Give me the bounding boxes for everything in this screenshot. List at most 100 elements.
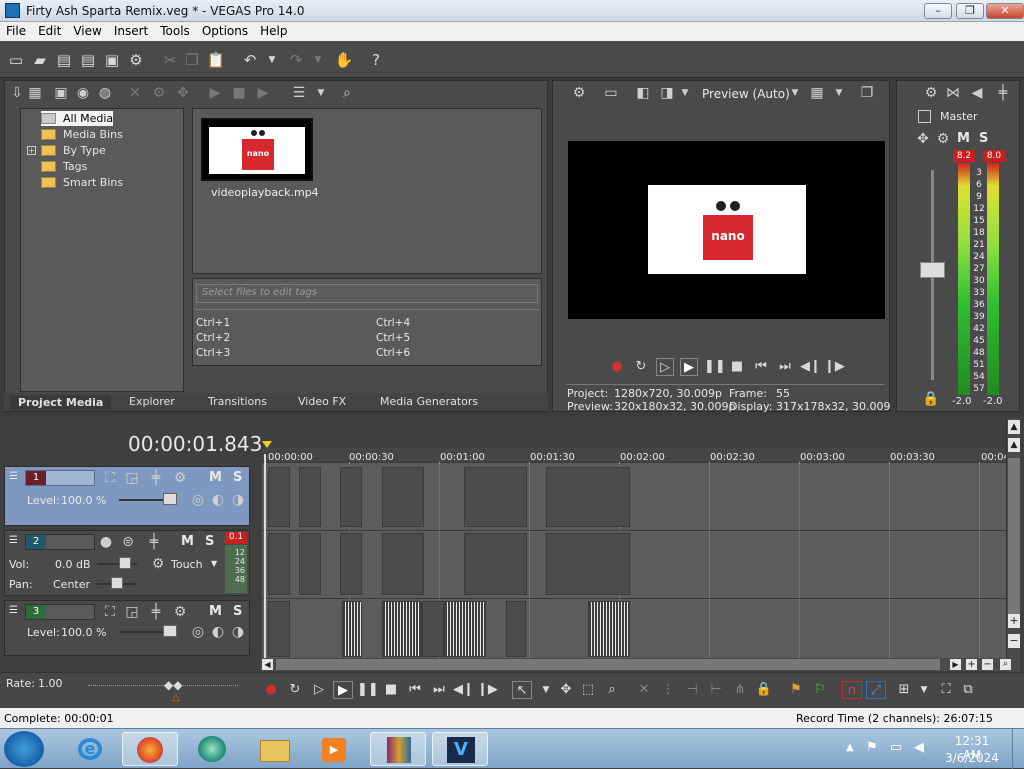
tab-video-fx[interactable]: Video FX — [298, 395, 346, 408]
track-motion-icon[interactable]: ⛶ — [101, 469, 119, 487]
track-name-field[interactable]: 3 — [25, 604, 95, 620]
audio-event[interactable] — [382, 533, 424, 595]
record-icon[interactable]: ● — [261, 681, 281, 699]
track-fx-bypass-icon[interactable]: ◎ — [189, 491, 207, 509]
tab-project-media[interactable]: Project Media — [10, 395, 112, 410]
paste-icon[interactable]: 📋 — [206, 50, 226, 70]
shortcut-4[interactable]: Ctrl+4 — [376, 317, 410, 329]
composite-parent-icon[interactable]: ╪ — [147, 469, 165, 487]
video-event[interactable] — [342, 601, 362, 657]
undo-icon[interactable]: ↶ — [240, 50, 260, 70]
insert-marker-icon[interactable]: ⚑ — [786, 681, 806, 699]
zoom-in-horizontal-icon[interactable]: + — [966, 659, 977, 670]
play-from-start-icon[interactable]: ▷ — [656, 358, 674, 376]
redo-icon[interactable]: ↷ — [286, 50, 306, 70]
show-desktop-button[interactable] — [1012, 729, 1024, 769]
video-event[interactable] — [299, 467, 321, 527]
stop-icon[interactable]: ■ — [381, 681, 401, 699]
video-event[interactable] — [268, 467, 290, 527]
track-fx-icon[interactable]: ╪ — [145, 533, 163, 551]
media-stop-icon[interactable]: ■ — [230, 84, 248, 102]
master-bus-icon[interactable] — [918, 110, 931, 123]
previous-frame-icon[interactable]: ◀❙ — [453, 681, 474, 699]
video-event[interactable] — [546, 467, 630, 527]
redo-dropdown-icon[interactable]: ▼ — [308, 50, 328, 70]
audio-event[interactable] — [268, 533, 290, 595]
envelope-tool-icon[interactable]: ✥ — [556, 681, 576, 699]
pause-icon[interactable]: ❚❚ — [357, 681, 379, 699]
tree-tags[interactable]: Tags — [41, 159, 87, 174]
lock-icon[interactable]: 🔒 — [922, 390, 940, 408]
bus-insert-fx-icon[interactable]: ✥ — [914, 130, 932, 148]
track-lane-2[interactable] — [262, 530, 1006, 598]
invert-phase-icon[interactable]: ⊜ — [119, 533, 137, 551]
save-as-icon[interactable]: ▤ — [78, 50, 98, 70]
zoom-in-vertical-icon[interactable]: + — [1008, 614, 1020, 628]
video-player-icon[interactable]: ▶ — [306, 732, 362, 766]
track-header-1[interactable]: ☰ 1 ⛶ ◲ ╪ ⚙ M S Level: 100.0 % ◎ ◐ ◑ — [4, 466, 250, 526]
media-play-icon[interactable]: ▶ — [206, 84, 224, 102]
cursor-timecode[interactable]: 00:00:01.843 — [128, 432, 262, 456]
track-grip-icon[interactable]: ☰ — [9, 471, 18, 482]
track-fx-bypass-icon[interactable]: ◎ — [189, 623, 207, 641]
normal-edit-tool-icon[interactable]: ↖ — [512, 681, 532, 699]
auto-crossfades-icon[interactable]: ⤢ — [866, 681, 886, 699]
maximize-button[interactable]: ❐ — [956, 3, 984, 19]
close-button[interactable]: ✕ — [986, 3, 1024, 19]
ignore-grouping-icon[interactable]: ⧉ — [958, 681, 978, 699]
tab-media-generators[interactable]: Media Generators — [380, 395, 478, 408]
remove-media-icon[interactable]: ✕ — [126, 84, 144, 102]
menu-file[interactable]: File — [0, 22, 32, 40]
views-icon[interactable]: ☰ — [290, 84, 308, 102]
video-event[interactable] — [422, 601, 444, 657]
track-fx-gear-icon[interactable]: ⚙ — [171, 603, 189, 621]
track-grip-icon[interactable]: ☰ — [9, 535, 18, 546]
start-button[interactable] — [4, 731, 44, 767]
ripple-dropdown-icon[interactable]: ▼ — [914, 681, 934, 699]
mixer-properties-gear-icon[interactable]: ⚙ — [922, 84, 940, 102]
rate-slider[interactable]: ◆◆ — [164, 678, 182, 692]
lock-icon[interactable]: 🔒 — [754, 681, 774, 699]
audio-event[interactable] — [340, 533, 362, 595]
video-event[interactable] — [340, 467, 362, 527]
video-event[interactable] — [268, 601, 290, 657]
play-icon[interactable]: ▶ — [680, 358, 698, 376]
automation-dropdown-icon[interactable]: ▼ — [211, 559, 217, 568]
trim-start-icon[interactable]: ⊣ — [682, 681, 702, 699]
zoom-out-vertical-icon[interactable]: − — [1008, 634, 1020, 648]
vegas-pro-taskbar-icon[interactable]: V — [432, 732, 488, 766]
playhead-cursor[interactable] — [264, 454, 266, 658]
action-center-flag-icon[interactable]: ⚑ — [866, 740, 878, 755]
tab-explorer[interactable]: Explorer — [129, 395, 175, 408]
menu-help[interactable]: Help — [254, 22, 293, 40]
lock-envelopes-icon[interactable]: ⛶ — [936, 681, 956, 699]
delete-icon[interactable]: ✕ — [634, 681, 654, 699]
play-icon[interactable]: ▶ — [333, 681, 353, 699]
media-fx-icon[interactable]: ◉ — [74, 84, 92, 102]
automation-mode[interactable]: Touch — [171, 558, 203, 571]
shortcut-1[interactable]: Ctrl+1 — [196, 317, 230, 329]
trim-end-icon[interactable]: ⊢ — [706, 681, 726, 699]
scroll-left-icon[interactable]: ◀ — [262, 659, 273, 670]
downmix-icon[interactable]: ⋈ — [944, 84, 962, 102]
compositing-mode-icon[interactable]: ◲ — [123, 469, 141, 487]
external-monitor-icon[interactable]: ▭ — [602, 84, 620, 102]
previous-frame-icon[interactable]: ◀❙ — [800, 358, 821, 376]
expand-plus-icon[interactable]: + — [27, 146, 36, 155]
scroll-thumb[interactable] — [1008, 458, 1020, 628]
pan-slider[interactable] — [111, 577, 123, 589]
globe-icon[interactable]: ◍ — [96, 84, 114, 102]
trim-icon[interactable]: ⋮ — [658, 681, 678, 699]
grid-dropdown-icon[interactable]: ▼ — [830, 84, 848, 102]
peak-right[interactable]: 8.0 — [983, 150, 1005, 162]
properties-gear-icon[interactable]: ⚙ — [126, 50, 146, 70]
track-1-mute[interactable]: M — [209, 470, 222, 485]
shortcut-3[interactable]: Ctrl+3 — [196, 347, 230, 359]
tree-all-media[interactable]: All Media — [41, 111, 114, 126]
media-thumbnail[interactable]: nano — [201, 118, 313, 181]
network-icon[interactable]: ▭ — [890, 740, 902, 755]
track-name-field[interactable]: 1 — [25, 470, 95, 486]
track-grip-icon[interactable]: ☰ — [9, 605, 18, 616]
vertical-scrollbar[interactable]: ▲ ▲ + − — [1006, 418, 1020, 672]
copy-snapshot-icon[interactable]: ❐ — [858, 84, 876, 102]
